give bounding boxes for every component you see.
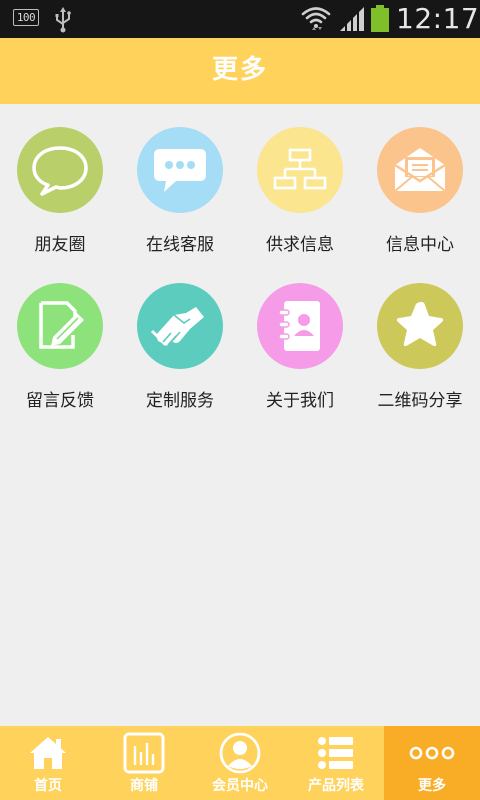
more-icon [384,732,480,774]
grid-item-online-service[interactable]: 在线客服 [120,104,240,255]
shop-icon [96,732,192,774]
nav-item-more[interactable]: 更多 [384,726,480,800]
nav-label: 首页 [34,778,62,794]
grid-item-label: 供求信息 [266,235,334,255]
nav-item-product-list[interactable]: 产品列表 [288,726,384,800]
grid-item-moments[interactable]: 朋友圈 [0,104,120,255]
grid-item-info-center[interactable]: 信息中心 [360,104,480,255]
nav-label: 会员中心 [212,778,268,794]
member-icon [192,732,288,774]
nav-item-home[interactable]: 首页 [0,726,96,800]
grid-item-label: 信息中心 [386,235,454,255]
nav-label: 更多 [418,778,446,794]
grid-item-qr-share[interactable]: 二维码分享 [360,260,480,411]
nav-label: 商铺 [130,778,158,794]
grid-item-label: 在线客服 [146,235,214,255]
handshake-icon [137,283,223,369]
chat-dots-icon [137,127,223,213]
list-icon [288,732,384,774]
status-time: 12:17 [396,2,480,35]
grid-item-label: 定制服务 [146,391,214,411]
grid-item-custom-service[interactable]: 定制服务 [120,260,240,411]
bottom-nav: 首页 商铺 会员中心 产品列表 更多 [0,726,480,800]
battery-level-badge: 100 [13,9,39,26]
grid-item-label: 关于我们 [266,391,334,411]
grid-item-supply-demand[interactable]: 供求信息 [240,104,360,255]
status-bar: 100 12:17 [0,0,480,38]
chat-bubble-icon [17,127,103,213]
usb-icon [55,7,71,33]
grid-item-about-us[interactable]: 关于我们 [240,260,360,411]
grid-item-label: 朋友圈 [34,235,86,255]
star-icon [377,283,463,369]
grid-item-feedback[interactable]: 留言反馈 [0,260,120,411]
grid-item-label: 二维码分享 [377,391,463,411]
contacts-book-icon [257,283,343,369]
signal-strength-icon [340,6,364,32]
nav-label: 产品列表 [308,778,364,794]
page-header: 更多 [0,38,480,104]
edit-note-icon [17,283,103,369]
wifi-icon [301,7,331,30]
nav-item-member-center[interactable]: 会员中心 [192,726,288,800]
grid-item-label: 留言反馈 [26,391,94,411]
sitemap-icon [257,127,343,213]
battery-icon [371,5,389,32]
nav-item-shop[interactable]: 商铺 [96,726,192,800]
home-icon [0,732,96,774]
page-title: 更多 [211,55,268,85]
envelope-icon [377,127,463,213]
